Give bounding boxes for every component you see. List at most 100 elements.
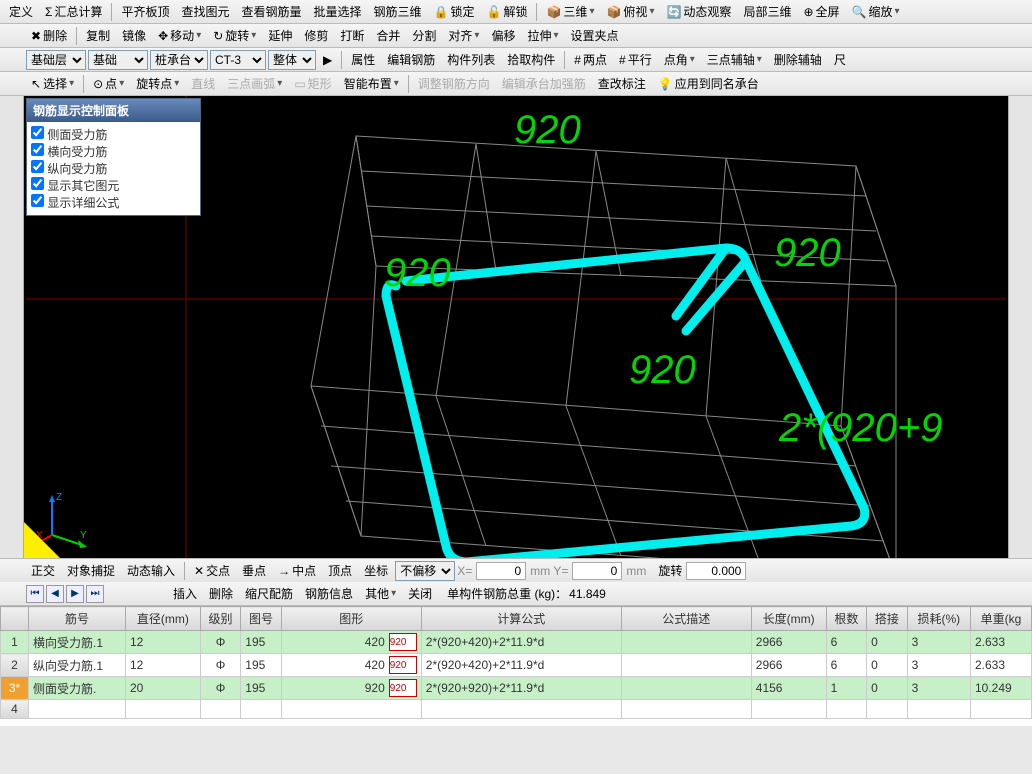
btn-arc[interactable]: 三点画弧 ▾ [222,72,287,95]
coord-x[interactable]: 0 [476,562,526,580]
btn-del-axis[interactable]: 删除辅轴 [769,48,827,71]
btn-ortho[interactable]: 正交 [26,559,60,582]
btn-rebar-info[interactable]: 钢筋信息 [300,582,358,605]
rebar-grid[interactable]: 筋号 直径(mm) 级别 图号 图形 计算公式 公式描述 长度(mm) 根数 搭… [0,606,1032,719]
btn-mirror[interactable]: 镜像 [117,24,151,47]
btn-rotate[interactable]: ↻旋转 ▾ [208,24,261,47]
btn-zoom[interactable]: 🔍缩放 ▾ [847,0,905,23]
btn-coord[interactable]: 坐标 [359,559,393,582]
btn-edit-rebar[interactable]: 编辑钢筋 [382,48,440,71]
col-lap[interactable]: 搭接 [867,607,908,631]
btn-check-label[interactable]: 查改标注 [593,72,651,95]
btn-adj-dir[interactable]: 调整钢筋方向 [413,72,495,95]
btn-osnap[interactable]: 对象捕捉 [62,559,120,582]
btn-move[interactable]: ✥移动 ▾ [153,24,206,47]
btn-smart[interactable]: 智能布置 ▾ [339,72,404,95]
btn-ruler[interactable]: 尺 [829,48,851,71]
opt-other[interactable]: 显示其它图元 [31,177,196,194]
btn-align-slab[interactable]: 平齐板顶 [116,0,174,23]
sel-type[interactable]: 基础 [88,50,148,70]
btn-close[interactable]: 关闭 [403,582,437,605]
btn-2pt[interactable]: #两点 [569,48,612,71]
col-len[interactable]: 长度(mm) [751,607,826,631]
col-formula[interactable]: 计算公式 [421,607,621,631]
btn-3d[interactable]: 📦三维 ▾ [541,0,599,23]
btn-extend[interactable]: 延伸 [263,24,297,47]
btn-inter[interactable]: ✕交点 [189,559,235,582]
btn-unlock[interactable]: 🔓解锁 [482,0,533,23]
btn-other[interactable]: 其他 ▾ [360,582,401,605]
sel-code[interactable]: CT-3 [210,50,266,70]
col-dia[interactable]: 直径(mm) [125,607,200,631]
sel-offset[interactable]: 不偏移 [395,561,455,581]
nav-next[interactable]: ▶ [66,585,84,603]
btn-perp[interactable]: 垂点 [237,559,271,582]
btn-trim[interactable]: 修剪 [299,24,333,47]
table-row[interactable]: 4 [1,700,1032,719]
rebar-grid-wrap[interactable]: 筋号 直径(mm) 级别 图号 图形 计算公式 公式描述 长度(mm) 根数 搭… [0,606,1032,726]
btn-mid[interactable]: →中点 [273,559,321,582]
table-row[interactable]: 1 横向受力筋.112Φ195 4209202*(920+420)+2*11.9… [1,631,1032,654]
coord-rot[interactable]: 0.000 [686,562,746,580]
col-code[interactable]: 图号 [241,607,282,631]
opt-detail[interactable]: 显示详细公式 [31,194,196,211]
btn-orbit[interactable]: 🔄动态观察 [661,0,736,23]
opt-horiz[interactable]: 横向受力筋 [31,143,196,160]
btn-props[interactable]: 属性 [346,48,380,71]
btn-copy[interactable]: 复制 [81,24,115,47]
btn-parallel[interactable]: #平行 [614,48,657,71]
btn-fullscreen[interactable]: ⊕全屏 [798,0,844,23]
btn-list[interactable]: 构件列表 [442,48,500,71]
rebar-display-panel[interactable]: 钢筋显示控制面板 侧面受力筋 横向受力筋 纵向受力筋 显示其它图元 显示详细公式 [26,98,201,216]
col-cnt[interactable]: 根数 [826,607,867,631]
btn-rotate-pt[interactable]: 旋转点 ▾ [131,72,184,95]
opt-vert[interactable]: 纵向受力筋 [31,160,196,177]
sel-sub[interactable]: 桩承台 [150,50,208,70]
viewport-3d[interactable]: 钢筋显示控制面板 侧面受力筋 横向受力筋 纵向受力筋 显示其它图元 显示详细公式 [24,96,1008,558]
btn-offset[interactable]: 偏移 [486,24,520,47]
btn-find[interactable]: 查找图元 [176,0,234,23]
col-lvl[interactable]: 级别 [200,607,241,631]
btn-pick[interactable]: 拾取构件 [502,48,560,71]
btn-stretch[interactable]: 拉伸 ▾ [522,24,563,47]
btn-point[interactable]: ⊙ 点 ▾ [88,72,129,95]
btn-split[interactable]: 分割 [407,24,441,47]
btn-insert-row[interactable]: 插入 [168,582,202,605]
btn-rect[interactable]: ▭ 矩形 [289,72,336,95]
btn-3pt-axis[interactable]: 三点辅轴 ▾ [702,48,767,71]
col-loss[interactable]: 损耗(%) [907,607,970,631]
opt-side[interactable]: 侧面受力筋 [31,126,196,143]
btn-ptang[interactable]: 点角 ▾ [659,48,700,71]
btn-lock[interactable]: 🔒锁定 [429,0,480,23]
btn-edit-cap[interactable]: 编辑承台加强筋 [497,72,591,95]
btn-top-view[interactable]: 📦俯视 ▾ [601,0,659,23]
col-name[interactable]: 筋号 [29,607,126,631]
btn-align[interactable]: 对齐 ▾ [443,24,484,47]
btn-merge[interactable]: 合并 [371,24,405,47]
btn-local-3d[interactable]: 局部三维 [738,0,796,23]
nav-prev[interactable]: ◀ [46,585,64,603]
btn-dyn[interactable]: 动态输入 [122,559,180,582]
nav-first[interactable]: ⏮ [26,585,44,603]
btn-go[interactable]: ▶ [318,50,337,70]
btn-sum[interactable]: Σ 汇总计算 [40,0,107,23]
btn-vertex[interactable]: 顶点 [323,559,357,582]
col-desc[interactable]: 公式描述 [621,607,751,631]
table-row[interactable]: 3* 侧面受力筋.20Φ195 9209202*(920+920)+2*11.9… [1,677,1032,700]
btn-define[interactable]: 定义 [4,0,38,23]
btn-apply-same[interactable]: 💡应用到同名承台 [653,72,764,95]
col-wt[interactable]: 单重(kg [970,607,1031,631]
btn-delete-row[interactable]: 删除 [204,582,238,605]
sel-mode[interactable]: 整体 [268,50,316,70]
btn-select[interactable]: ↖ 选择 ▾ [26,72,79,95]
btn-rebar-3d[interactable]: 钢筋三维 [369,0,427,23]
nav-last[interactable]: ⏭ [86,585,104,603]
table-row[interactable]: 2 纵向受力筋.112Φ195 4209202*(920+420)+2*11.9… [1,654,1032,677]
btn-batch-select[interactable]: 批量选择 [309,0,367,23]
sel-layer[interactable]: 基础层 [26,50,86,70]
btn-scale-rebar[interactable]: 缩尺配筋 [240,582,298,605]
btn-break[interactable]: 打断 [335,24,369,47]
coord-y[interactable]: 0 [572,562,622,580]
btn-delete[interactable]: ✖删除 [26,24,72,47]
col-shape[interactable]: 图形 [281,607,421,631]
